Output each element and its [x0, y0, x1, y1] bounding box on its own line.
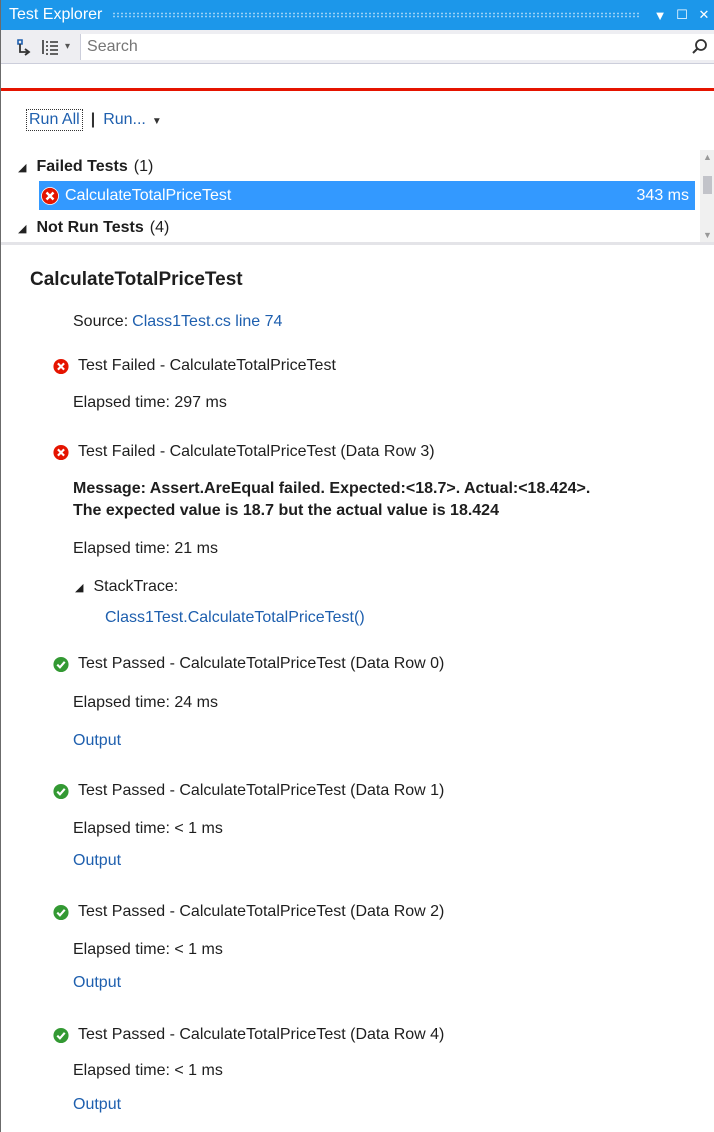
expanded-triangle-icon[interactable]: ◢	[18, 222, 26, 235]
search-input[interactable]	[81, 37, 685, 56]
group-by-icon	[17, 38, 31, 56]
group-failed-tests[interactable]: ◢ Failed Tests (1)	[18, 153, 153, 181]
run-dropdown[interactable]: Run... ▼	[103, 111, 162, 129]
run-separator: |	[90, 111, 96, 128]
title-bar[interactable]: Test Explorer ▼ ☐ ✕	[1, 0, 714, 30]
test-list-scrollbar[interactable]: ▲ ▼	[700, 150, 714, 242]
error-message-line-2: The expected value is 18.7 but the actua…	[73, 502, 499, 519]
result-heading: Test Passed - CalculateTotalPriceTest (D…	[53, 903, 444, 921]
source-label: Source:	[73, 313, 129, 330]
failure-status-bar	[1, 88, 714, 91]
result-title: Test Passed - CalculateTotalPriceTest (D…	[78, 782, 445, 799]
scroll-down-icon[interactable]: ▼	[703, 230, 712, 240]
run-bar: Run All | Run... ▼	[26, 108, 162, 132]
elapsed-time: Elapsed time: < 1 ms	[73, 1062, 223, 1079]
output-link[interactable]: Output	[73, 974, 121, 992]
test-name: CalculateTotalPriceTest	[65, 186, 232, 204]
scroll-thumb[interactable]	[703, 176, 712, 194]
result-title: Test Passed - CalculateTotalPriceTest (D…	[78, 655, 445, 672]
run-dropdown-label: Run...	[103, 111, 146, 128]
scroll-up-icon[interactable]: ▲	[703, 152, 712, 162]
output-link[interactable]: Output	[73, 732, 121, 750]
expanded-triangle-icon[interactable]: ◢	[18, 161, 26, 174]
stacktrace-label: StackTrace:	[93, 578, 179, 595]
search-box[interactable]	[80, 33, 714, 60]
output-link[interactable]: Output	[73, 1096, 121, 1114]
window-title: Test Explorer	[9, 6, 103, 23]
detail-title: CalculateTotalPriceTest	[30, 269, 243, 290]
stacktrace-header[interactable]: ◢ StackTrace:	[75, 578, 178, 596]
result-heading: Test Passed - CalculateTotalPriceTest (D…	[53, 655, 444, 673]
result-title: Test Passed - CalculateTotalPriceTest (D…	[78, 1026, 445, 1043]
expanded-triangle-icon[interactable]: ◢	[75, 581, 83, 594]
group-not-run-tests[interactable]: ◢ Not Run Tests (4)	[18, 214, 169, 242]
test-row-selected[interactable]: CalculateTotalPriceTest 343 ms	[39, 181, 695, 210]
group-name: Not Run Tests	[36, 219, 144, 236]
group-name: Failed Tests	[36, 158, 128, 175]
elapsed-time: Elapsed time: 21 ms	[73, 540, 218, 557]
view-dropdown[interactable]: ▾	[41, 37, 70, 57]
test-duration: 343 ms	[636, 186, 689, 204]
search-icon[interactable]	[685, 34, 714, 60]
detail-source: Source: Class1Test.cs line 74	[73, 313, 282, 331]
list-view-icon	[42, 39, 58, 55]
result-title: Test Failed - CalculateTotalPriceTest	[78, 357, 336, 374]
window-dropdown-icon[interactable]: ▼	[649, 0, 671, 30]
result-heading: Test Passed - CalculateTotalPriceTest (D…	[53, 1026, 444, 1044]
result-heading: Test Failed - CalculateTotalPriceTest (D…	[53, 443, 435, 461]
test-explorer-window: Test Explorer ▼ ☐ ✕ ▾ Search Run All | R…	[0, 0, 714, 1132]
passed-icon	[53, 1027, 69, 1044]
close-icon[interactable]: ✕	[693, 0, 714, 30]
title-grip[interactable]	[112, 12, 639, 18]
passed-icon	[53, 783, 69, 800]
elapsed-time: Elapsed time: < 1 ms	[73, 820, 223, 837]
result-heading: Test Failed - CalculateTotalPriceTest	[53, 357, 336, 375]
output-link[interactable]: Output	[73, 852, 121, 870]
chevron-down-icon: ▾	[65, 41, 71, 52]
source-link[interactable]: Class1Test.cs line 74	[132, 313, 282, 330]
elapsed-time: Elapsed time: 24 ms	[73, 694, 218, 711]
group-count: (1)	[133, 158, 154, 175]
test-detail-pane: CalculateTotalPriceTest Source: Class1Tes…	[1, 245, 714, 1132]
chevron-down-icon: ▼	[151, 116, 162, 127]
elapsed-time: Elapsed time: 297 ms	[73, 394, 227, 411]
failed-icon	[53, 444, 69, 461]
result-title: Test Failed - CalculateTotalPriceTest (D…	[78, 443, 435, 460]
error-message-line-1: Message: Assert.AreEqual failed. Expecte…	[73, 480, 591, 497]
failed-icon	[53, 358, 69, 375]
stacktrace-link[interactable]: Class1Test.CalculateTotalPriceTest()	[105, 609, 365, 627]
maximize-icon[interactable]: ☐	[671, 0, 693, 30]
run-all-link[interactable]: Run All	[26, 109, 83, 131]
passed-icon	[53, 656, 69, 673]
result-title: Test Passed - CalculateTotalPriceTest (D…	[78, 903, 445, 920]
result-heading: Test Passed - CalculateTotalPriceTest (D…	[53, 782, 444, 800]
group-by-button[interactable]	[9, 32, 39, 62]
elapsed-time: Elapsed time: < 1 ms	[73, 941, 223, 958]
group-count: (4)	[149, 219, 170, 236]
toolbar: ▾	[1, 30, 714, 64]
passed-icon	[53, 904, 69, 921]
failed-icon	[41, 186, 59, 205]
test-list: ◢ Failed Tests (1) CalculateTotalPriceTe…	[1, 150, 714, 242]
